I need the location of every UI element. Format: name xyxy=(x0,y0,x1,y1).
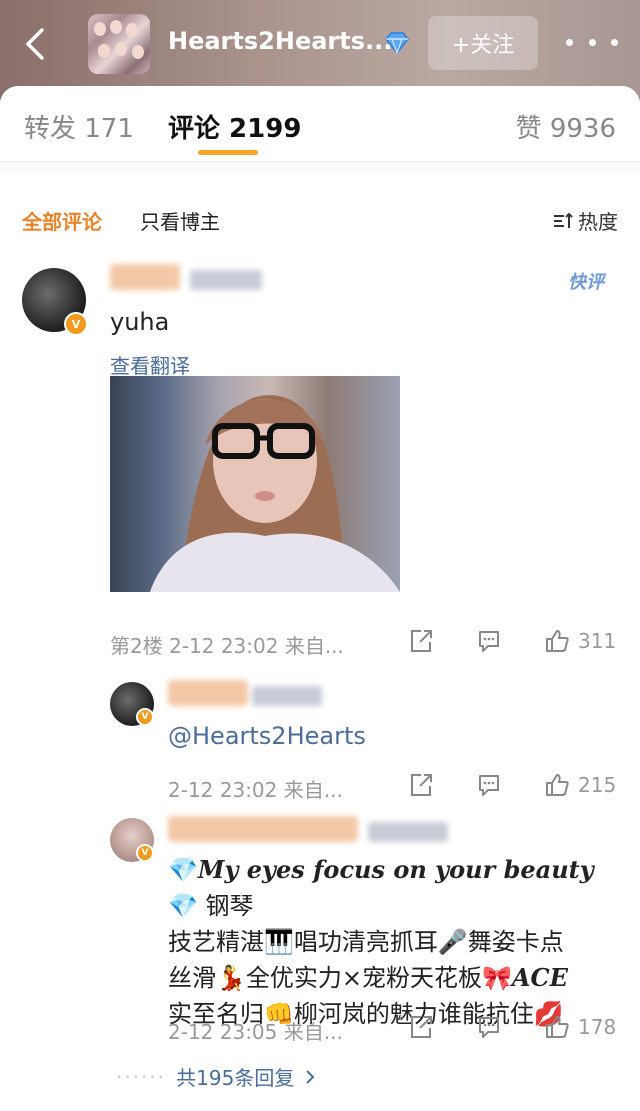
like-count: 215 xyxy=(578,773,617,797)
back-arrow-icon xyxy=(26,28,44,60)
filter-all-comments[interactable]: 全部评论 xyxy=(22,206,102,235)
back-button[interactable] xyxy=(18,22,54,66)
group-avatar[interactable] xyxy=(88,14,150,74)
comment-meta: 第2楼 2-12 23:02 来自... xyxy=(110,634,344,658)
more-dots-icon[interactable] xyxy=(566,22,618,62)
chevron-right-icon xyxy=(306,1069,315,1084)
mention-link[interactable]: @Hearts2Hearts xyxy=(168,722,366,750)
username-blurred[interactable] xyxy=(168,816,358,842)
reply-text: 💎My eyes focus on your beauty💎 钢琴 技艺精湛🎹唱… xyxy=(168,852,618,1032)
sort-label: 热度 xyxy=(578,210,618,234)
dotted-line: ······ xyxy=(116,1064,167,1089)
comment-icon xyxy=(479,631,499,652)
share-button[interactable] xyxy=(408,628,434,654)
tab-reposts[interactable]: 转发 171 xyxy=(24,108,134,145)
username-blurred[interactable] xyxy=(110,264,180,290)
comment-icon xyxy=(479,775,499,796)
user-level-blurred xyxy=(252,686,322,706)
share-button[interactable] xyxy=(408,1014,434,1040)
portrait-photo xyxy=(150,395,400,592)
tab-likes[interactable]: 赞 9936 xyxy=(516,108,616,145)
divider xyxy=(0,162,640,174)
page-title[interactable]: Hearts2Hearts... xyxy=(168,27,392,55)
like-icon xyxy=(546,1016,569,1038)
like-count: 178 xyxy=(578,1015,617,1039)
translate-link[interactable]: 查看翻译 xyxy=(110,350,190,379)
like-count: 311 xyxy=(578,629,617,653)
share-icon xyxy=(411,1016,432,1038)
sort-hot-button[interactable]: 热度 xyxy=(552,206,618,235)
reply-meta: 2-12 23:02 来自... xyxy=(168,778,343,802)
comment-image[interactable] xyxy=(110,376,400,592)
top-bar: Hearts2Hearts... +关注 xyxy=(0,0,640,100)
share-icon xyxy=(411,774,432,796)
quick-comment-icon[interactable]: 快评 xyxy=(568,268,604,294)
like-button[interactable]: 178 xyxy=(544,1014,616,1040)
filter-only-author[interactable]: 只看博主 xyxy=(140,206,220,235)
tab-bar: 转发 171 评论 2199 赞 9936 xyxy=(0,86,640,162)
active-tab-indicator xyxy=(198,150,258,155)
verified-badge-icon: V xyxy=(136,844,154,862)
share-button[interactable] xyxy=(408,772,434,798)
share-icon xyxy=(411,630,432,652)
reply-meta: 2-12 23:05 来自... xyxy=(168,1020,343,1044)
verified-badge-icon: V xyxy=(64,312,88,336)
diamond-emoji-icon: 💎 xyxy=(168,892,198,920)
sort-icon xyxy=(554,212,573,228)
user-level-blurred xyxy=(190,270,262,290)
like-button[interactable]: 311 xyxy=(544,628,616,654)
reply-text-line3: 丝滑💃全优实力×宠粉天花板🎀 xyxy=(168,964,512,992)
like-icon xyxy=(546,774,569,796)
reply-text-ace: ACE xyxy=(511,963,568,992)
reply-text-line2: 技艺精湛🎹唱功清亮抓耳🎤舞姿卡点 xyxy=(168,928,564,956)
like-icon xyxy=(546,630,569,652)
view-replies-link[interactable]: ······ 共195条回复 xyxy=(116,1062,316,1091)
user-level-blurred xyxy=(368,822,448,842)
diamond-emoji-icon: 💎 xyxy=(168,856,198,884)
username-blurred[interactable] xyxy=(168,680,248,706)
reply-button[interactable] xyxy=(476,628,502,654)
reply-text-line1: 钢琴 xyxy=(197,892,254,920)
replies-count-label: 共195条回复 xyxy=(176,1066,295,1090)
follow-button[interactable]: +关注 xyxy=(428,16,538,70)
like-button[interactable]: 215 xyxy=(544,772,616,798)
reply-button[interactable] xyxy=(476,772,502,798)
reply-button[interactable] xyxy=(476,1014,502,1040)
diamond-vip-icon xyxy=(385,32,409,55)
comment-text: yuha xyxy=(110,308,170,336)
tab-comments[interactable]: 评论 2199 xyxy=(168,108,301,145)
comment-icon xyxy=(479,1017,499,1038)
verified-badge-icon: V xyxy=(136,708,154,726)
reply-text-english: My eyes focus on your beauty xyxy=(197,855,594,884)
